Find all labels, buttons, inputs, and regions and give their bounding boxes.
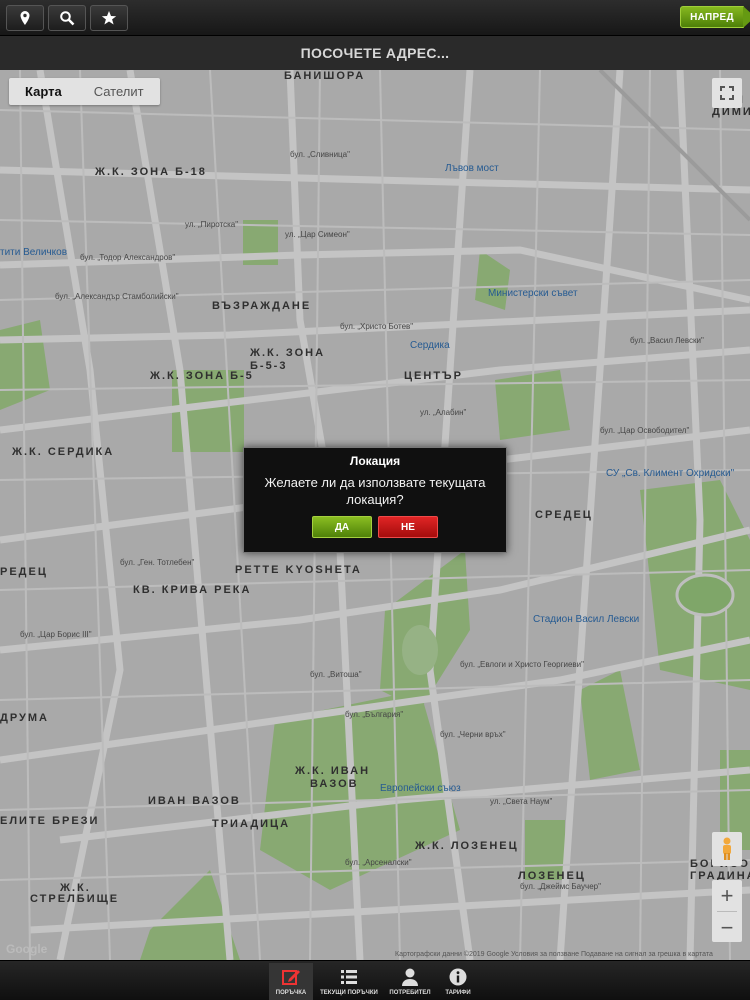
dialog-buttons: ДА НЕ xyxy=(244,516,506,538)
list-icon xyxy=(341,970,357,984)
top-toolbar: НАПРЕД xyxy=(0,0,750,36)
page-title: ПОСОЧЕТЕ АДРЕС... xyxy=(300,45,450,61)
star-icon xyxy=(101,11,117,25)
fullscreen-button[interactable] xyxy=(712,78,742,108)
search-button[interactable] xyxy=(48,5,86,31)
dialog-title: Локация xyxy=(349,454,401,468)
user-icon xyxy=(402,968,418,986)
address-header[interactable]: ПОСОЧЕТЕ АДРЕС... xyxy=(0,36,750,70)
zoom-out-button[interactable]: − xyxy=(712,912,742,943)
tab-tariffs[interactable]: ТАРИФИ xyxy=(422,963,494,1000)
dialog-message: Желаете ли да използвате текущата локаци… xyxy=(264,475,486,507)
fullscreen-icon xyxy=(720,86,734,100)
google-logo: Google xyxy=(6,942,48,956)
info-icon xyxy=(449,968,467,986)
tab-label: ТАРИФИ xyxy=(445,990,471,996)
search-icon xyxy=(60,11,75,26)
no-button[interactable]: НЕ xyxy=(378,516,438,538)
edit-order-icon xyxy=(282,970,300,985)
map-type-satellite[interactable]: Сателит xyxy=(78,78,160,105)
location-dialog: Локация Желаете ли да използвате текущат… xyxy=(243,447,507,553)
map-type-map[interactable]: Карта xyxy=(9,78,78,105)
street-view-button[interactable] xyxy=(712,832,742,866)
zoom-in-button[interactable]: + xyxy=(712,880,742,911)
next-button[interactable]: НАПРЕД xyxy=(680,6,750,28)
pegman-icon xyxy=(723,837,731,860)
map-pin-icon xyxy=(20,11,30,25)
tab-label: ПОРЪЧКА xyxy=(275,990,307,996)
bottom-tab-bar: ПОРЪЧКА ТЕКУЩИ ПОРЪЧКИ ПОТРЕБИТЕЛ ТАРИФИ xyxy=(0,960,750,1000)
tab-order[interactable]: ПОРЪЧКА xyxy=(269,963,313,1000)
zoom-control: + − xyxy=(712,880,742,942)
map-type-control: Карта Сателит xyxy=(9,78,160,105)
favorites-button[interactable] xyxy=(90,5,128,31)
tab-label: ТЕКУЩИ ПОРЪЧКИ xyxy=(320,990,378,996)
location-button[interactable] xyxy=(6,5,44,31)
yes-button[interactable]: ДА xyxy=(312,516,372,538)
map-attribution[interactable]: Картографски данни ©2019 Google Условия … xyxy=(395,951,713,958)
